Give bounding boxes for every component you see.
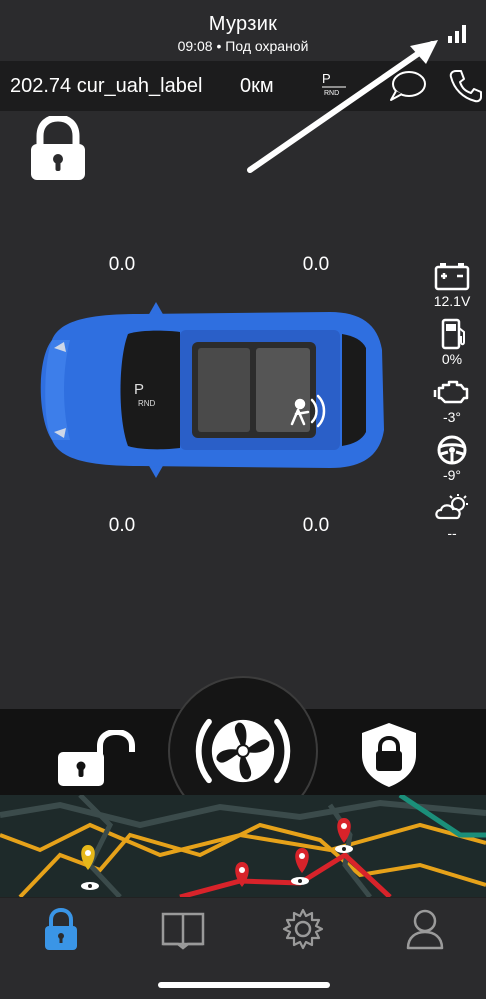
engine-temp-value: -3° xyxy=(442,409,462,425)
tire-rear-left: 0.0 xyxy=(108,515,136,536)
battery-sensor: 12.1V xyxy=(424,260,480,318)
svg-text:RND: RND xyxy=(324,90,339,97)
svg-text:P: P xyxy=(134,381,144,398)
chat-icon[interactable] xyxy=(388,69,428,103)
fuel-icon xyxy=(441,318,465,350)
cabin-sensor: -9° xyxy=(424,434,480,492)
lock-status-icon xyxy=(31,116,85,180)
battery-icon xyxy=(434,263,470,291)
weather-icon xyxy=(435,494,468,520)
header: Мурзик 09:08 • Под охраной xyxy=(0,0,486,60)
unlock-button[interactable] xyxy=(54,730,138,788)
sensor-column: 12.1V 0% -3° -9° -- xyxy=(424,260,480,550)
home-indicator xyxy=(158,982,330,988)
mileage-label: 0км xyxy=(240,74,274,97)
tire-front-right: 0.0 xyxy=(302,254,330,275)
cabin-temp-value: -9° xyxy=(442,467,462,483)
map-preview[interactable] xyxy=(0,795,486,897)
fuel-value: 0% xyxy=(441,351,463,367)
gearbox-icon: P RND xyxy=(322,71,346,97)
engine-sensor: -3° xyxy=(424,376,480,434)
shield-lock-button[interactable] xyxy=(358,721,420,789)
battery-value: 12.1V xyxy=(433,293,471,309)
outside-temp-value: -- xyxy=(447,525,457,541)
steering-wheel-icon xyxy=(437,435,467,465)
weather-sensor: -- xyxy=(424,492,480,550)
tab-profile-icon[interactable] xyxy=(400,904,450,954)
svg-text:RND: RND xyxy=(138,399,156,408)
balance-label: 202.74 cur_uah_label xyxy=(10,74,203,97)
signal-icon[interactable] xyxy=(446,22,468,44)
engine-icon xyxy=(433,380,469,404)
tire-rear-right: 0.0 xyxy=(302,515,330,536)
car-image: P RND xyxy=(40,302,385,478)
status-subtitle: 09:08 • Под охраной xyxy=(177,38,309,54)
phone-icon[interactable] xyxy=(448,68,484,104)
vehicle-name: Мурзик xyxy=(208,13,278,35)
info-bar: 202.74 cur_uah_label 0км P RND xyxy=(0,61,486,111)
tab-settings-icon[interactable] xyxy=(278,904,328,954)
tire-front-left: 0.0 xyxy=(108,254,136,275)
fuel-sensor: 0% xyxy=(424,318,480,376)
tab-lock-icon[interactable] xyxy=(36,904,86,954)
tab-book-icon[interactable] xyxy=(158,904,208,954)
svg-text:P: P xyxy=(322,71,331,86)
